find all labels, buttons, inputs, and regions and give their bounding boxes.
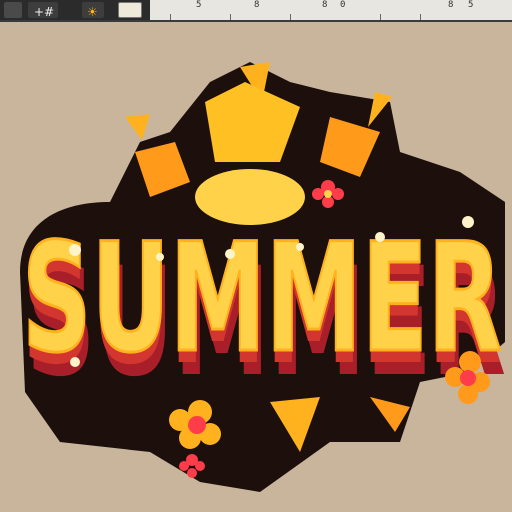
ruler-tick: 8 [322,0,328,10]
summer-letters: SUMMER SUMMER SUMMER [21,211,507,411]
canvas[interactable]: SUMMER SUMMER SUMMER [0,22,512,512]
ruler-tick: 0 [340,0,346,10]
ruler-mark [230,14,231,20]
grid-plus-icon[interactable]: +# [28,2,58,19]
grid-plus-glyph: +# [34,5,55,19]
ruler-mark [290,14,291,20]
ruler-tick: 8 [448,0,454,10]
ruler-mark [380,14,381,20]
ruler-tick: 8 [254,0,260,10]
ruler-tick: 5 [468,0,474,10]
sun-glyph: ☀ [87,5,98,19]
ruler-tick: 5 [196,0,202,10]
ruler-mark [170,14,171,20]
summer-artwork: SUMMER SUMMER SUMMER [20,62,507,492]
letters-fill: SUMMER [22,212,502,386]
ruler-mark [420,14,421,20]
tool-panel: +# ☀ [0,0,150,20]
toolbar: +# ☀ 5 8 8 0 8 5 [0,0,512,22]
layer-icon[interactable] [4,2,22,18]
sun-tool-icon[interactable]: ☀ [82,2,104,19]
ruler: 5 8 8 0 8 5 [150,0,512,20]
rectangle-tool-icon[interactable] [118,2,142,18]
